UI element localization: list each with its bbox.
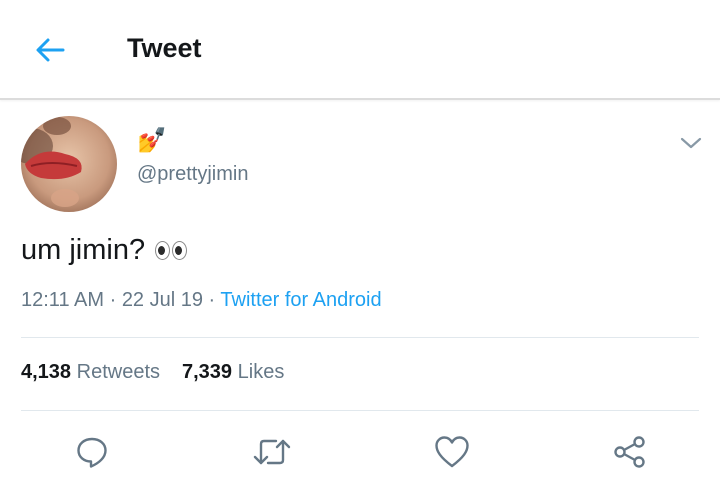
tweet-text: um jimin? bbox=[21, 234, 188, 267]
tweet-stats: 4,138 Retweets 7,339 Likes bbox=[21, 361, 284, 384]
like-button[interactable] bbox=[430, 430, 474, 474]
tweet-text-content: um jimin? bbox=[21, 234, 146, 266]
reply-button[interactable] bbox=[70, 430, 114, 474]
share-icon bbox=[614, 436, 645, 468]
action-bar bbox=[0, 430, 720, 474]
tweet-date: 22 Jul 19 bbox=[121, 289, 203, 311]
avatar-image bbox=[21, 116, 117, 212]
tweet-time: 12:11 AM bbox=[21, 289, 105, 311]
retweets-stat[interactable]: 4,138 Retweets bbox=[21, 361, 160, 384]
divider bbox=[21, 337, 699, 338]
retweet-button[interactable] bbox=[250, 430, 294, 474]
user-handle[interactable]: @prettyjimin bbox=[137, 163, 248, 186]
back-button[interactable] bbox=[30, 30, 70, 70]
tweet-source-link[interactable]: Twitter for Android bbox=[220, 289, 381, 311]
tweet-meta: 12:11 AM · 22 Jul 19 · Twitter for Andro… bbox=[21, 289, 382, 311]
retweets-count: 4,138 bbox=[21, 361, 72, 383]
reply-icon bbox=[77, 437, 107, 468]
arrow-left-icon bbox=[36, 38, 65, 62]
eyes-emoji-icon bbox=[155, 241, 188, 260]
likes-stat[interactable]: 7,339 Likes bbox=[182, 361, 284, 384]
display-name[interactable]: 💅 bbox=[137, 128, 167, 154]
avatar[interactable] bbox=[21, 116, 117, 212]
share-button[interactable] bbox=[608, 430, 652, 474]
heart-icon bbox=[435, 436, 469, 468]
tweet-menu-button[interactable] bbox=[676, 130, 706, 156]
chevron-down-icon bbox=[680, 137, 702, 149]
retweet-icon bbox=[253, 439, 291, 465]
retweets-label: Retweets bbox=[76, 361, 160, 383]
divider bbox=[21, 410, 699, 411]
page-title: Tweet bbox=[127, 33, 202, 63]
likes-count: 7,339 bbox=[182, 361, 233, 383]
top-bar: Tweet bbox=[0, 0, 720, 100]
likes-label: Likes bbox=[237, 361, 285, 383]
